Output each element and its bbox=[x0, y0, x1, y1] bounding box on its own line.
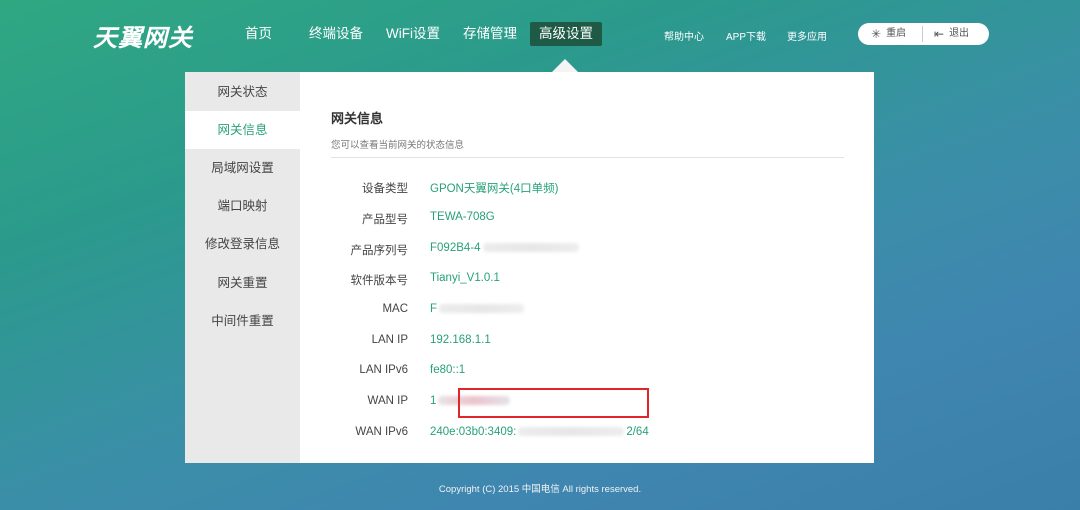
restart-button[interactable]: ✳ 重启 bbox=[871, 23, 906, 45]
logout-icon: ⇤ bbox=[934, 27, 945, 41]
nav-active-caret bbox=[551, 59, 579, 73]
restart-label: 重启 bbox=[886, 28, 907, 39]
divider bbox=[331, 157, 844, 158]
pill-divider bbox=[922, 26, 923, 42]
row-label: LAN IP bbox=[371, 334, 408, 346]
row-value: F092B4-4 bbox=[430, 242, 481, 254]
action-pill: ✳ 重启 ⇤ 退出 bbox=[858, 23, 989, 45]
info-row: 产品序列号 F092B4-4 bbox=[300, 240, 874, 260]
content-area: 网关信息 您可以查看当前网关的状态信息 设备类型 GPON天翼网关(4口单频) … bbox=[300, 72, 874, 463]
nav-advanced[interactable]: 高级设置 bbox=[530, 22, 602, 46]
main-panel: 网关状态 网关信息 局域网设置 端口映射 修改登录信息 网关重置 中间件重置 网… bbox=[185, 72, 874, 463]
info-row: LAN IPv6 fe80::1 bbox=[300, 362, 874, 382]
row-label: MAC bbox=[382, 303, 408, 315]
page-title: 网关信息 bbox=[331, 111, 384, 126]
row-label: LAN IPv6 bbox=[359, 364, 408, 376]
row-label: 产品序列号 bbox=[350, 245, 409, 257]
row-value: fe80::1 bbox=[430, 364, 466, 376]
page-subtitle: 您可以查看当前网关的状态信息 bbox=[331, 140, 465, 151]
row-value: F bbox=[430, 303, 438, 315]
row-value: 1 bbox=[430, 395, 437, 407]
row-value: 192.168.1.1 bbox=[430, 334, 491, 346]
redacted-mask bbox=[482, 243, 579, 253]
row-value: GPON天翼网关(4口单频) bbox=[430, 183, 559, 195]
row-label: WAN IPv6 bbox=[355, 426, 408, 438]
info-row: WAN IPv6 240e:03b0:3409: 2/64 bbox=[300, 424, 874, 444]
info-row: MAC F bbox=[300, 301, 874, 321]
row-value-wrap: 240e:03b0:3409: 2/64 bbox=[430, 426, 649, 438]
logout-button[interactable]: ⇤ 退出 bbox=[934, 23, 969, 45]
sidebar-item-middleware-reset[interactable]: 中间件重置 bbox=[185, 302, 300, 340]
wan-ip-highlight bbox=[458, 388, 649, 418]
info-row: 软件版本号 Tianyi_V1.0.1 bbox=[300, 270, 874, 290]
sidebar: 网关状态 网关信息 局域网设置 端口映射 修改登录信息 网关重置 中间件重置 bbox=[185, 72, 300, 463]
sidebar-item-login-info[interactable]: 修改登录信息 bbox=[185, 225, 300, 263]
row-value-end: 2/64 bbox=[626, 426, 649, 438]
link-more-apps[interactable]: 更多应用 bbox=[787, 28, 827, 43]
row-label: 产品型号 bbox=[362, 214, 408, 226]
row-value-wrap: F092B4-4 bbox=[430, 242, 581, 254]
sidebar-item-lan-settings[interactable]: 局域网设置 bbox=[185, 149, 300, 187]
sidebar-item-gateway-reset[interactable]: 网关重置 bbox=[185, 264, 300, 302]
redacted-mask bbox=[518, 427, 625, 437]
row-value-wrap: F bbox=[430, 303, 526, 315]
brand-logo: 天翼网关 bbox=[93, 24, 193, 52]
sidebar-item-port-mapping[interactable]: 端口映射 bbox=[185, 187, 300, 225]
redacted-mask bbox=[439, 304, 525, 314]
nav-home[interactable]: 首页 bbox=[245, 22, 272, 46]
row-label: 设备类型 bbox=[362, 183, 408, 195]
link-help[interactable]: 帮助中心 bbox=[664, 28, 704, 43]
nav-storage[interactable]: 存储管理 bbox=[463, 22, 517, 46]
spinner-icon: ✳ bbox=[871, 27, 882, 41]
sidebar-item-gateway-status[interactable]: 网关状态 bbox=[185, 73, 300, 111]
row-label: 软件版本号 bbox=[350, 275, 409, 287]
info-row: 设备类型 GPON天翼网关(4口单频) bbox=[300, 178, 874, 198]
link-app-download[interactable]: APP下载 bbox=[726, 28, 766, 43]
logout-label: 退出 bbox=[949, 28, 970, 39]
info-row: 产品型号 TEWA-708G bbox=[300, 209, 874, 229]
info-row: LAN IP 192.168.1.1 bbox=[300, 332, 874, 352]
sidebar-item-gateway-info[interactable]: 网关信息 bbox=[185, 111, 300, 149]
row-value: Tianyi_V1.0.1 bbox=[430, 272, 500, 284]
nav-devices[interactable]: 终端设备 bbox=[309, 22, 363, 46]
nav-wifi[interactable]: WiFi设置 bbox=[386, 22, 440, 46]
row-value-start: 240e:03b0:3409: bbox=[430, 426, 517, 438]
footer-copyright: Copyright (C) 2015 中国电信 All rights reser… bbox=[438, 484, 642, 495]
row-value: TEWA-708G bbox=[430, 211, 495, 223]
row-label: WAN IP bbox=[367, 395, 408, 407]
